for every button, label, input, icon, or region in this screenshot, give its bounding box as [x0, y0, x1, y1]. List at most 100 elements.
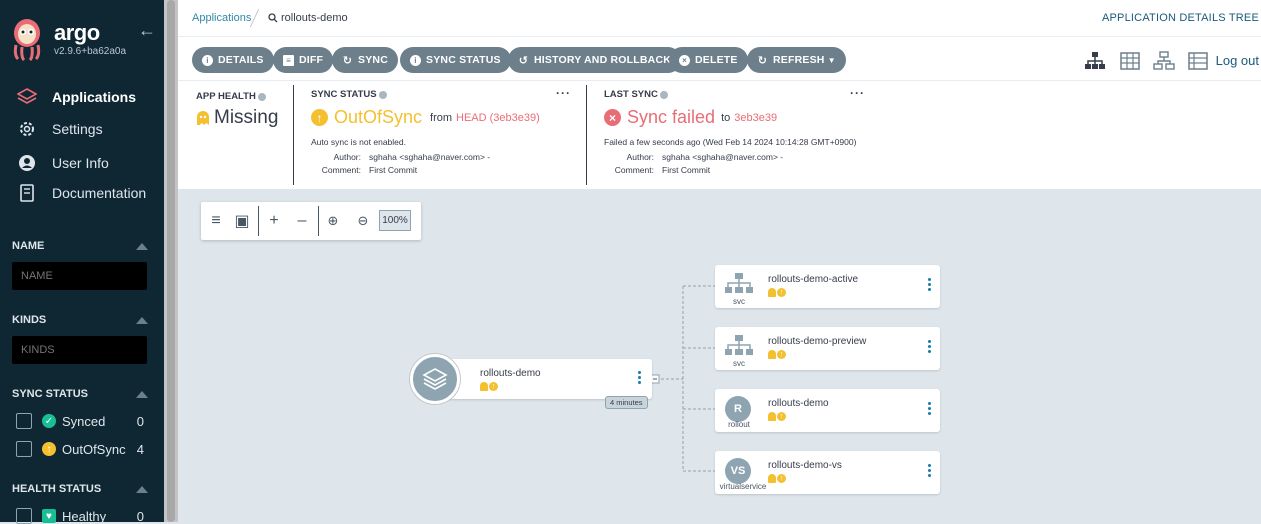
nav-applications-label: Applications: [52, 89, 137, 105]
resource-kind-label: rollout: [728, 420, 750, 429]
filter-outofsync-label: OutOfSync: [62, 441, 126, 457]
kinds-filter-input[interactable]: [12, 336, 147, 364]
list-view-icon[interactable]: [1187, 51, 1209, 71]
outofsync-checkbox[interactable]: [16, 441, 32, 457]
history-icon: ↺: [518, 54, 529, 67]
rollout-icon: R: [725, 396, 751, 422]
nav-settings-label: Settings: [52, 121, 103, 137]
nav-settings[interactable]: Settings: [16, 119, 103, 139]
sync-failed-note: Failed a few seconds ago (Wed Feb 14 202…: [604, 137, 857, 147]
resource-node-rollout[interactable]: R rollout rollouts-demo ↑: [715, 389, 940, 432]
filter-outofsync[interactable]: ↑ OutOfSync 4: [16, 441, 144, 457]
filter-name-header[interactable]: NAME: [12, 240, 148, 252]
app-age-label: 4 minutes: [605, 396, 648, 409]
resource-node-svc-active[interactable]: svc rollouts-demo-active ↑: [715, 265, 940, 308]
history-rollback-button[interactable]: ↺ HISTORY AND ROLLBACK: [508, 47, 682, 73]
caret-down-icon: ▼: [827, 55, 836, 65]
collapse-arrow-icon[interactable]: ←: [138, 20, 156, 41]
help-icon[interactable]: [659, 90, 668, 99]
filter-name-title: NAME: [12, 240, 45, 252]
refresh-button[interactable]: ↻ REFRESH ▼: [747, 47, 846, 73]
filter-synced[interactable]: ✓ Synced 0: [16, 413, 144, 429]
help-icon[interactable]: [378, 90, 387, 99]
last-sync-comment-row: Comment: First Commit: [604, 165, 710, 175]
pods-view-icon[interactable]: [1119, 51, 1141, 71]
history-rollback-button-label: HISTORY AND ROLLBACK: [534, 54, 672, 66]
filter-sync-status-title: SYNC STATUS: [12, 388, 88, 400]
filter-kinds-title: KINDS: [12, 314, 47, 326]
filter-sync-status-header[interactable]: SYNC STATUS: [12, 388, 148, 400]
sync-from-ref[interactable]: HEAD (3eb3e39): [456, 112, 540, 124]
arrow-up-circle-icon: ↑: [777, 350, 786, 359]
error-circle-icon: ×: [604, 109, 621, 126]
more-vertical-icon[interactable]: [928, 340, 932, 355]
delete-button-label: DELETE: [695, 54, 738, 66]
gear-icon: [16, 119, 38, 139]
resource-kind-label: svc: [733, 359, 745, 368]
collapse-triangle-icon: [136, 390, 148, 398]
app-health-text: Missing: [214, 107, 279, 128]
diff-button[interactable]: ≡ DIFF: [273, 47, 334, 73]
sync-comment-row: Comment: First Commit: [311, 165, 417, 175]
details-button[interactable]: i DETAILS: [192, 47, 274, 73]
comment-label: Comment:: [321, 165, 361, 175]
breadcrumb-current-label: rollouts-demo: [281, 12, 348, 24]
breadcrumb-current[interactable]: rollouts-demo: [268, 12, 348, 24]
heart-icon: ♥: [42, 509, 56, 523]
help-icon[interactable]: [257, 92, 266, 101]
sync-status-more-icon[interactable]: ···: [556, 86, 571, 100]
nav-applications[interactable]: Applications: [16, 87, 136, 107]
service-icon: [725, 335, 753, 355]
sync-status-button[interactable]: i SYNC STATUS: [400, 47, 511, 73]
last-sync-more-icon[interactable]: ···: [850, 86, 865, 100]
status-divider: [293, 85, 294, 185]
synced-checkbox[interactable]: [16, 413, 32, 429]
logout-link[interactable]: Log out: [1216, 53, 1259, 68]
sync-status-title-text: SYNC STATUS: [311, 89, 377, 100]
delete-button[interactable]: × DELETE: [669, 47, 748, 73]
sync-to-ref[interactable]: 3eb3e39: [734, 112, 777, 124]
info-icon: i: [410, 54, 421, 66]
version-label: v2.9.6+ba62a0a: [54, 46, 127, 57]
network-view-icon[interactable]: [1153, 51, 1175, 71]
search-icon: [268, 13, 278, 23]
sync-author-row: Author: sghaha <sghaha@naver.com> -: [311, 152, 491, 162]
more-vertical-icon[interactable]: [928, 464, 932, 479]
status-panel: APP HEALTH Missing SYNC STATUS ··· ↑ Out…: [178, 81, 1261, 189]
sync-button[interactable]: ↻ SYNC: [332, 47, 398, 73]
top-bar: Applications rollouts-demo APPLICATION D…: [178, 0, 1261, 37]
tree-view-icon[interactable]: [1084, 51, 1106, 71]
last-sync-author-row: Author: sghaha <sghaha@naver.com> -: [604, 152, 784, 162]
nav-user-info[interactable]: User Info: [16, 153, 109, 173]
sidebar-scrollbar[interactable]: [164, 0, 178, 522]
resource-node-virtualservice[interactable]: VS virtualservice rollouts-demo-vs ↑: [715, 451, 940, 494]
resource-status: ↑: [768, 412, 787, 421]
resource-tree-canvas[interactable]: ≡ ▣ + – ⊕ ⊖ 100% rollouts-demo ↑ 4 minut…: [178, 189, 1261, 522]
resource-node-svc-preview[interactable]: svc rollouts-demo-preview ↑: [715, 327, 940, 370]
name-filter-input[interactable]: [12, 262, 147, 290]
app-node-status: ↑: [480, 382, 499, 391]
resource-kind-label: virtualservice: [719, 482, 767, 491]
more-vertical-icon[interactable]: [638, 371, 642, 386]
breadcrumb-applications[interactable]: Applications: [192, 12, 251, 24]
ghost-icon: [768, 474, 776, 483]
resource-name: rollouts-demo: [768, 398, 829, 409]
delete-icon: ×: [679, 54, 690, 66]
more-vertical-icon[interactable]: [928, 402, 932, 417]
collapse-triangle-icon: [136, 242, 148, 250]
filter-health-status-header[interactable]: HEALTH STATUS: [12, 483, 148, 495]
filter-outofsync-count: 4: [136, 441, 144, 457]
more-vertical-icon[interactable]: [928, 278, 932, 293]
nav-documentation[interactable]: Documentation: [16, 183, 146, 203]
book-icon: [16, 183, 38, 203]
page-title: APPLICATION DETAILS TREE: [1101, 12, 1259, 24]
layers-icon: [16, 87, 38, 107]
collapse-triangle-icon: [136, 485, 148, 493]
filter-kinds-header[interactable]: KINDS: [12, 314, 148, 326]
resource-kind-label: svc: [733, 297, 745, 306]
brand-name: argo: [54, 20, 100, 45]
file-icon: ≡: [283, 54, 294, 66]
scrollbar-thumb[interactable]: [167, 0, 175, 522]
app-node[interactable]: rollouts-demo ↑: [427, 359, 652, 399]
filter-synced-count: 0: [136, 413, 144, 429]
